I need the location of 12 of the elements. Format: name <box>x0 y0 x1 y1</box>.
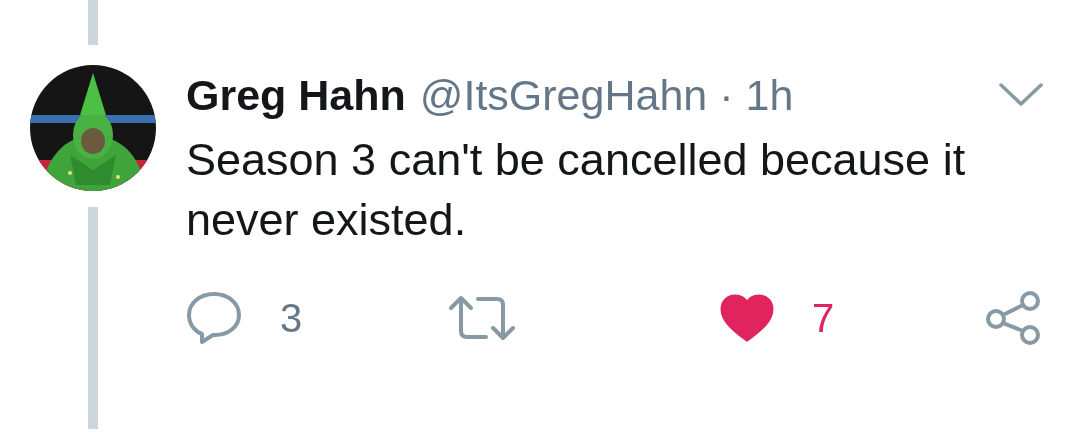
reply-count: 3 <box>280 295 303 341</box>
retweet-icon[interactable] <box>448 295 516 341</box>
share-icon[interactable] <box>984 290 1042 346</box>
handle[interactable]: @ItsGregHahn <box>419 70 708 120</box>
timestamp[interactable]: 1h <box>745 70 794 120</box>
author-name: Greg Hahn <box>186 70 406 120</box>
heart-icon[interactable] <box>720 294 774 342</box>
tweet-text: Season 3 can't be cancelled because it never existed. <box>186 133 967 247</box>
chevron-down-icon[interactable] <box>998 82 1044 108</box>
speech-bubble-icon[interactable] <box>186 291 242 345</box>
separator: · <box>719 70 734 120</box>
like-count: 7 <box>812 295 835 341</box>
